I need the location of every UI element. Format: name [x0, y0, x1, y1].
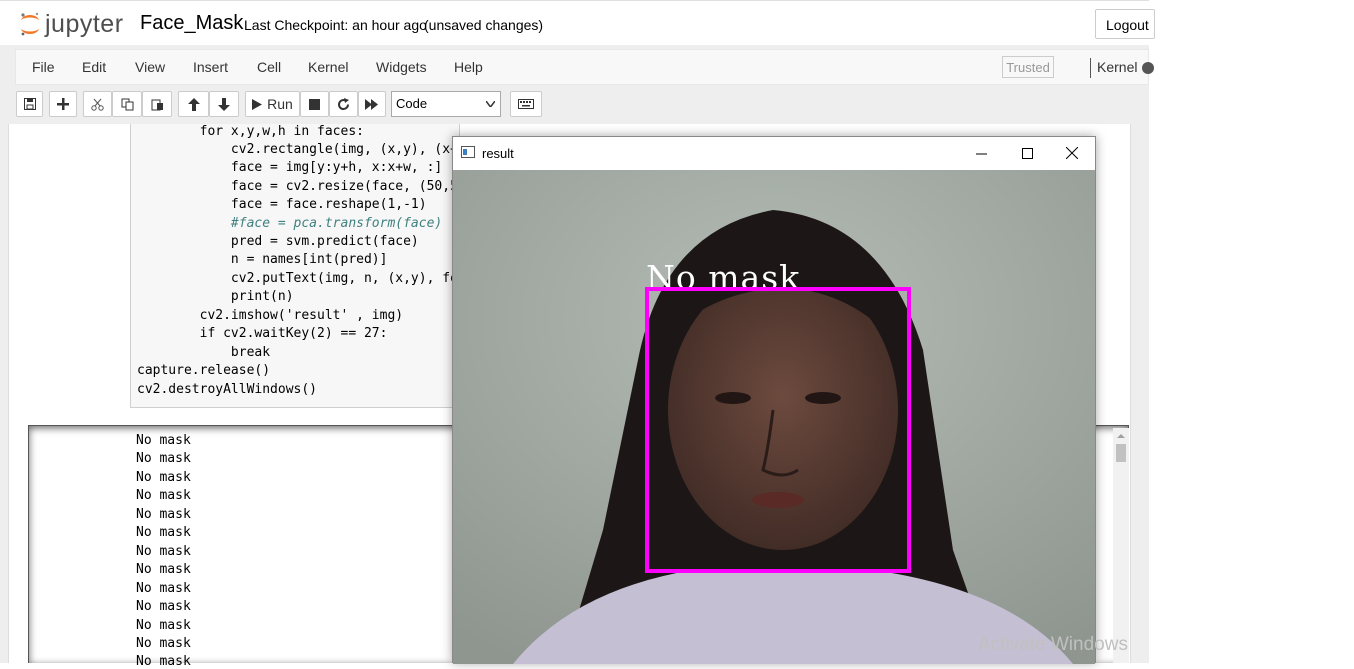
output-line: No mask — [136, 654, 191, 669]
menu-insert[interactable]: Insert — [193, 59, 228, 75]
code-cell-input[interactable]: for x,y,w,h in faces: cv2.rectangle(img,… — [130, 124, 460, 408]
code-line: print(n) — [137, 289, 294, 304]
menu-cell[interactable]: Cell — [257, 59, 281, 75]
restart-button[interactable] — [329, 91, 358, 117]
menu-edit[interactable]: Edit — [82, 59, 106, 75]
output-line: No mask — [136, 433, 191, 448]
jupyter-logo-icon — [21, 12, 39, 36]
arrow-down-icon — [218, 97, 230, 111]
webcam-frame: No mask — [453, 170, 1095, 664]
scroll-thumb[interactable] — [1116, 444, 1126, 462]
code-line: #face = pca.transform(face) — [137, 216, 443, 231]
keyboard-icon — [518, 99, 534, 109]
code-line: cv2.destroyAllWindows() — [137, 382, 318, 397]
face-detection-box — [645, 287, 911, 573]
trusted-indicator[interactable]: Trusted — [1002, 56, 1054, 78]
menu-kernel[interactable]: Kernel — [308, 59, 348, 75]
move-up-button[interactable] — [178, 91, 209, 117]
cut-button[interactable] — [83, 91, 112, 117]
output-line: No mask — [136, 525, 191, 540]
minimize-icon — [975, 153, 987, 154]
interrupt-button[interactable] — [300, 91, 329, 117]
save-button[interactable] — [16, 91, 43, 117]
arrow-up-icon — [187, 97, 200, 111]
plus-icon — [57, 98, 69, 110]
run-icon — [252, 98, 263, 110]
cell-type-value: Code — [396, 96, 428, 111]
kernel-divider — [1090, 58, 1091, 78]
menu-file[interactable]: File — [32, 59, 55, 75]
close-icon — [1066, 147, 1078, 159]
menubar: File Edit View Insert Cell Kernel Widget… — [15, 49, 1154, 85]
output-line: No mask — [136, 544, 191, 559]
output-line: No mask — [136, 470, 191, 485]
window-title: result — [482, 146, 514, 161]
code-line: face = cv2.resize(face, (50,5 — [137, 179, 458, 194]
result-window[interactable]: result No mask — [452, 136, 1096, 664]
cell-type-select[interactable]: Code — [391, 91, 501, 117]
run-button[interactable]: Run — [245, 91, 300, 117]
window-app-icon — [461, 146, 475, 158]
output-line: No mask — [136, 599, 191, 614]
save-icon — [23, 98, 36, 110]
minimize-button[interactable] — [969, 143, 993, 163]
output-line: No mask — [136, 562, 191, 577]
stop-icon — [309, 98, 320, 110]
code-line: pred = svm.predict(face) — [137, 234, 419, 249]
output-line: No mask — [136, 488, 191, 503]
autosave-status: (unsaved changes) — [424, 17, 544, 33]
copy-icon — [121, 98, 133, 110]
output-scrollbar[interactable] — [1113, 428, 1129, 663]
copy-button[interactable] — [112, 91, 142, 117]
paste-button[interactable] — [142, 91, 172, 117]
jupyter-logo[interactable]: jupyter — [19, 9, 131, 39]
kernel-status-icon — [1142, 62, 1154, 74]
output-line: No mask — [136, 618, 191, 633]
scroll-up-icon — [1117, 434, 1125, 438]
code-line: for x,y,w,h in faces: — [137, 124, 364, 139]
checkpoint-status: Last Checkpoint: an hour ago — [244, 17, 427, 33]
run-label: Run — [267, 96, 293, 112]
chevron-down-icon — [486, 101, 495, 107]
code-line: n = names[int(pred)] — [137, 252, 388, 267]
menu-help[interactable]: Help — [454, 59, 483, 75]
code-line: cv2.imshow('result' , img) — [137, 308, 404, 323]
kernel-name[interactable]: Kernel — [1097, 59, 1137, 75]
output-line: No mask — [136, 636, 191, 651]
restart-run-all-button[interactable] — [358, 91, 386, 117]
output-line: No mask — [136, 507, 191, 522]
code-line: capture.release() — [137, 363, 271, 378]
maximize-icon — [1021, 147, 1033, 159]
output-line: No mask — [136, 451, 191, 466]
maximize-button[interactable] — [1015, 143, 1039, 163]
cut-icon — [91, 98, 104, 111]
logout-button[interactable]: Logout — [1095, 9, 1155, 39]
notebook-name[interactable]: Face_Mask — [140, 12, 243, 35]
code-line: cv2.putText(img, n, (x,y), fo — [137, 271, 458, 286]
code-line: face = face.reshape(1,-1) — [137, 197, 427, 212]
code-line: cv2.rectangle(img, (x,y), (x+ — [137, 142, 458, 157]
fast-forward-icon — [365, 98, 378, 110]
command-palette-button[interactable] — [510, 91, 542, 117]
code-line: break — [137, 345, 271, 360]
header: jupyter Face_Mask Last Checkpoint: an ho… — [0, 0, 1155, 45]
output-line: No mask — [136, 581, 191, 596]
menu-widgets[interactable]: Widgets — [376, 59, 427, 75]
code-line: if cv2.waitKey(2) == 27: — [137, 326, 388, 341]
move-down-button[interactable] — [209, 91, 239, 117]
code-line: face = img[y:y+h, x:x+w, :] — [137, 160, 443, 175]
insert-cell-button[interactable] — [49, 91, 77, 117]
menu-view[interactable]: View — [135, 59, 165, 75]
close-button[interactable] — [1060, 143, 1084, 163]
restart-icon — [338, 97, 350, 110]
paste-icon — [151, 99, 163, 110]
logo-text: jupyter — [45, 10, 124, 38]
activate-windows-watermark: Activate Windows — [978, 634, 1128, 655]
